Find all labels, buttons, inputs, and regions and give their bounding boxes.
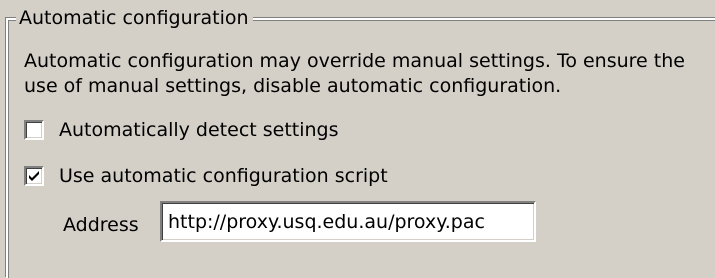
description-line-1: Automatic configuration may override man… (24, 50, 685, 72)
groupbox-title: Automatic configuration (16, 6, 253, 30)
use-config-script-checkbox[interactable] (24, 166, 44, 186)
auto-detect-checkbox[interactable] (24, 120, 44, 140)
address-label: Address (63, 214, 139, 236)
auto-detect-settings-option[interactable]: Automatically detect settings (24, 118, 339, 142)
use-config-script-option[interactable]: Use automatic configuration script (24, 164, 388, 188)
checkmark-icon (29, 171, 39, 181)
use-config-script-label[interactable]: Use automatic configuration script (59, 165, 388, 187)
address-input[interactable] (160, 201, 536, 242)
description-line-2: use of manual settings, disable automati… (24, 75, 562, 97)
auto-detect-label[interactable]: Automatically detect settings (59, 119, 339, 141)
description-text: Automatic configuration may override man… (24, 49, 714, 99)
